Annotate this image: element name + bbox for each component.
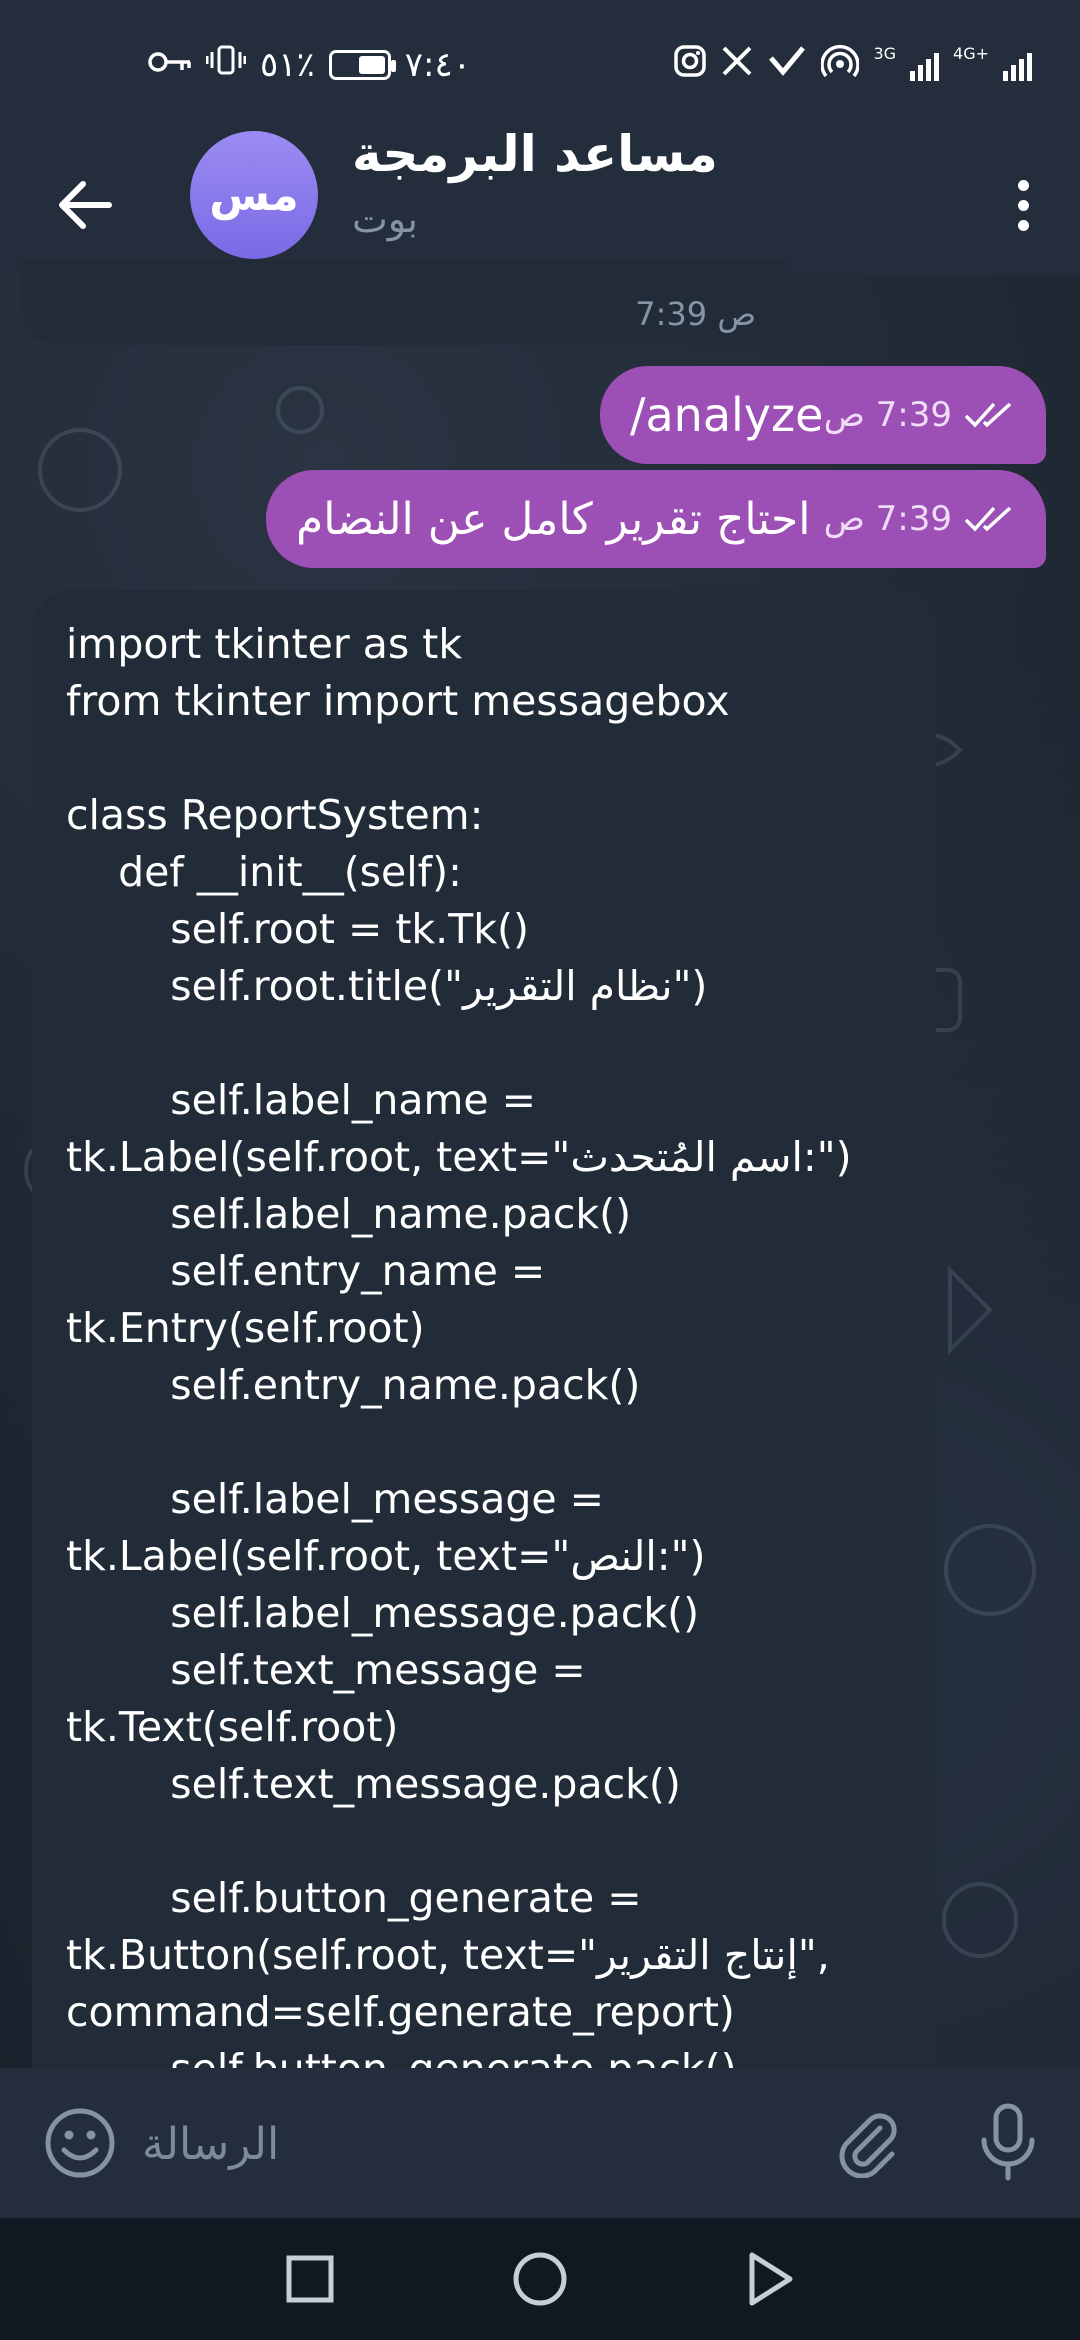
attach-button[interactable] [832, 2106, 904, 2179]
location-icon [767, 44, 807, 86]
network-1-label: 3G [873, 44, 897, 63]
signal-icon [910, 49, 940, 81]
status-bar: ٧:٤٠ ٪٥١ 3G 4G+ [0, 0, 1080, 135]
chat-header: مس مساعد البرمجة بوت [0, 125, 1080, 275]
key-icon [148, 45, 192, 85]
clock: ٧:٤٠ [404, 44, 472, 85]
battery-icon [328, 49, 396, 80]
message-time: 7:39 ص [823, 499, 952, 539]
message-time: 7:39 ص [635, 295, 756, 333]
network-2-label: 4G+ [953, 44, 989, 63]
x-icon [721, 45, 753, 85]
more-menu-button[interactable] [988, 155, 1058, 255]
instagram-icon [673, 44, 707, 86]
outgoing-message[interactable]: احتاج تقرير كامل عن النضام 7:39 ص [266, 470, 1046, 568]
square-icon [286, 2255, 334, 2303]
signal-icon-2 [1003, 49, 1032, 81]
status-left: ٧:٤٠ ٪٥١ [148, 44, 471, 85]
message-time: 7:39 ص [823, 395, 952, 435]
message-text: احتاج تقرير كامل عن النضام [296, 493, 811, 545]
arrow-left-icon [59, 181, 112, 229]
triangle-icon [749, 2252, 793, 2306]
message-text: /analyze [630, 388, 824, 442]
chat-title[interactable]: مساعد البرمجة [352, 125, 718, 183]
circle-icon [513, 2252, 567, 2306]
home-button[interactable] [507, 2246, 573, 2312]
back-nav-button[interactable] [737, 2246, 803, 2312]
microphone-button[interactable] [972, 2102, 1044, 2182]
hotspot-icon [820, 44, 861, 86]
incoming-message-partial[interactable]: 7:39 ص [22, 260, 786, 345]
vibrate-icon [205, 44, 247, 85]
battery-percent: ٪٥١ [260, 44, 315, 85]
message-input[interactable] [140, 2098, 764, 2190]
back-button[interactable] [40, 163, 130, 247]
system-nav-bar [0, 2218, 1080, 2340]
emoji-button[interactable] [42, 2105, 118, 2181]
message-meta: 7:39 ص [824, 499, 1016, 539]
paperclip-icon [839, 2113, 897, 2179]
more-vert-icon [1017, 179, 1029, 191]
message-meta: 7:39 ص [824, 395, 1016, 435]
avatar[interactable]: مس [190, 131, 318, 259]
incoming-code-message[interactable]: import tkinter as tk from tkinter import… [32, 590, 936, 2070]
smiley-icon [45, 2108, 115, 2178]
message-input-bar [0, 2068, 1080, 2218]
recents-button[interactable] [277, 2246, 343, 2312]
microphone-icon [981, 2103, 1035, 2181]
chat-subtitle: بوت [352, 197, 418, 241]
code-text: import tkinter as tk from tkinter import… [66, 620, 852, 2070]
status-right: 3G 4G+ [673, 44, 1032, 86]
outgoing-message[interactable]: /analyze 7:39 ص [600, 366, 1046, 464]
double-check-icon [964, 402, 1012, 428]
double-check-icon [964, 506, 1012, 532]
